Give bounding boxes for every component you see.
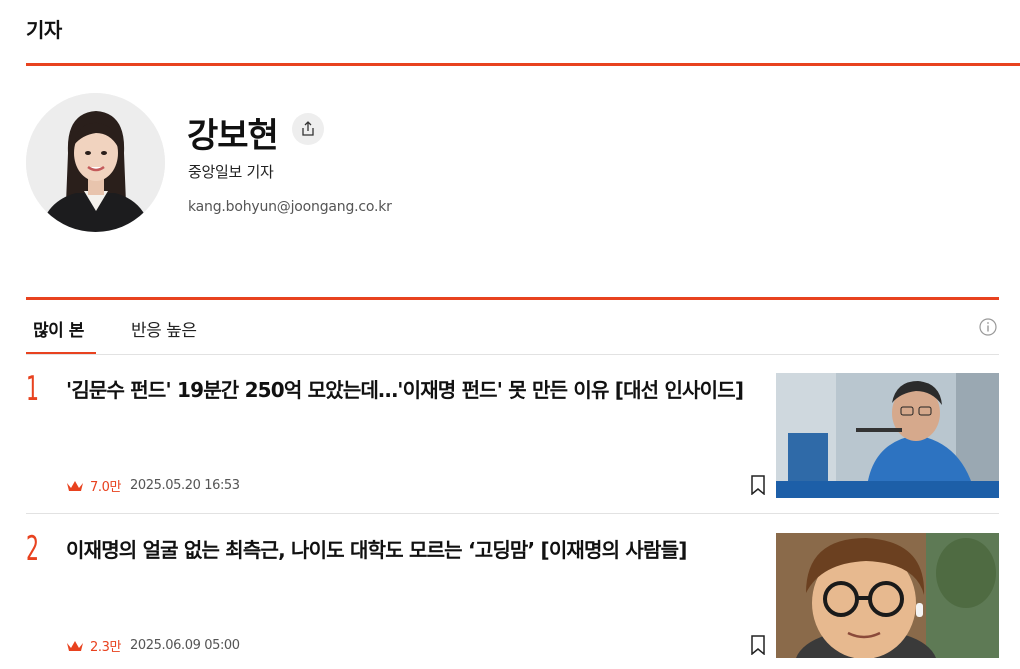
article-rank: 1 xyxy=(26,369,39,409)
reporter-email[interactable]: kang.bohyun@joongang.co.kr xyxy=(188,199,392,215)
tab-most-reacted[interactable]: 반응 높은 xyxy=(131,316,197,341)
article-thumbnail[interactable] xyxy=(776,533,999,658)
reporter-name: 강보현 xyxy=(187,116,279,156)
tab-most-viewed[interactable]: 많이 본 xyxy=(33,316,84,341)
article-headline[interactable]: '김문수 펀드' 19분간 250억 모았는데…'이재명 펀드' 못 만든 이유… xyxy=(66,374,766,406)
share-icon xyxy=(302,121,314,136)
article-meta: 2.3만 2025.06.09 05:00 xyxy=(66,636,240,655)
article-date: 2025.06.09 05:00 xyxy=(130,638,240,653)
reporter-affiliation: 중앙일보 기자 xyxy=(188,163,274,181)
article-item[interactable]: 2 이재명의 얼굴 없는 최측근, 나이도 대학도 모르는 ‘고딩맘’ [이재명… xyxy=(26,532,999,669)
active-tab-indicator xyxy=(26,352,96,354)
crown-icon xyxy=(67,480,83,491)
article-item[interactable]: 1 '김문수 펀드' 19분간 250억 모았는데…'이재명 펀드' 못 만든 … xyxy=(26,372,999,514)
article-date: 2025.05.20 16:53 xyxy=(130,478,240,493)
section-title: 기자 xyxy=(26,18,62,42)
reporter-avatar xyxy=(26,93,165,232)
article-views: 7.0만 xyxy=(90,480,122,495)
bookmark-icon[interactable] xyxy=(750,475,766,495)
article-tabs: 많이 본 반응 높은 xyxy=(26,300,999,355)
crown-icon xyxy=(67,640,83,651)
info-icon[interactable] xyxy=(979,318,997,336)
article-views: 2.3만 xyxy=(90,640,122,655)
article-thumbnail[interactable] xyxy=(776,373,999,498)
article-meta: 7.0만 2025.05.20 16:53 xyxy=(66,476,240,495)
top-divider xyxy=(26,63,1020,66)
article-rank: 2 xyxy=(26,529,39,569)
bookmark-icon[interactable] xyxy=(750,635,766,655)
article-headline[interactable]: 이재명의 얼굴 없는 최측근, 나이도 대학도 모르는 ‘고딩맘’ [이재명의 … xyxy=(66,534,766,566)
share-button[interactable] xyxy=(292,113,324,145)
